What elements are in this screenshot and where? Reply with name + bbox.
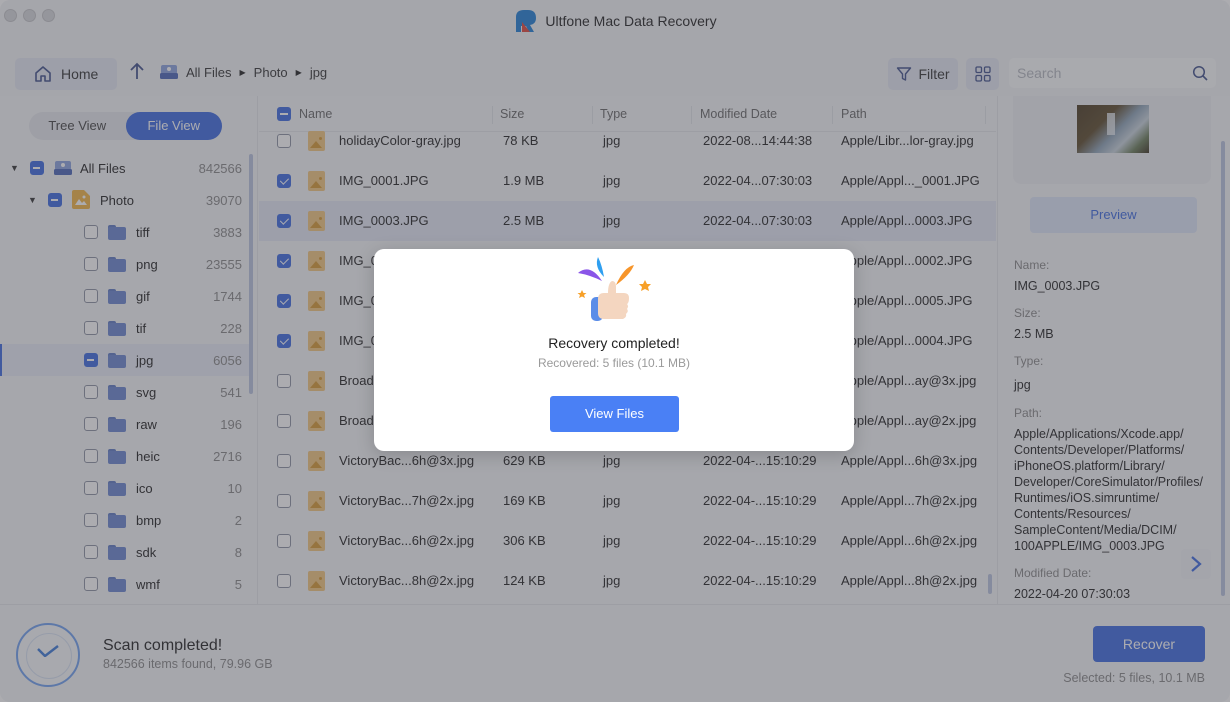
dialog-title: Recovery completed! bbox=[548, 335, 680, 351]
dialog-subtitle: Recovered: 5 files (10.1 MB) bbox=[537, 356, 691, 370]
thumbs-up-celebration-icon bbox=[577, 257, 651, 321]
recovery-complete-dialog: Recovery completed! Recovered: 5 files (… bbox=[374, 249, 854, 451]
view-files-button[interactable]: View Files bbox=[550, 396, 679, 432]
